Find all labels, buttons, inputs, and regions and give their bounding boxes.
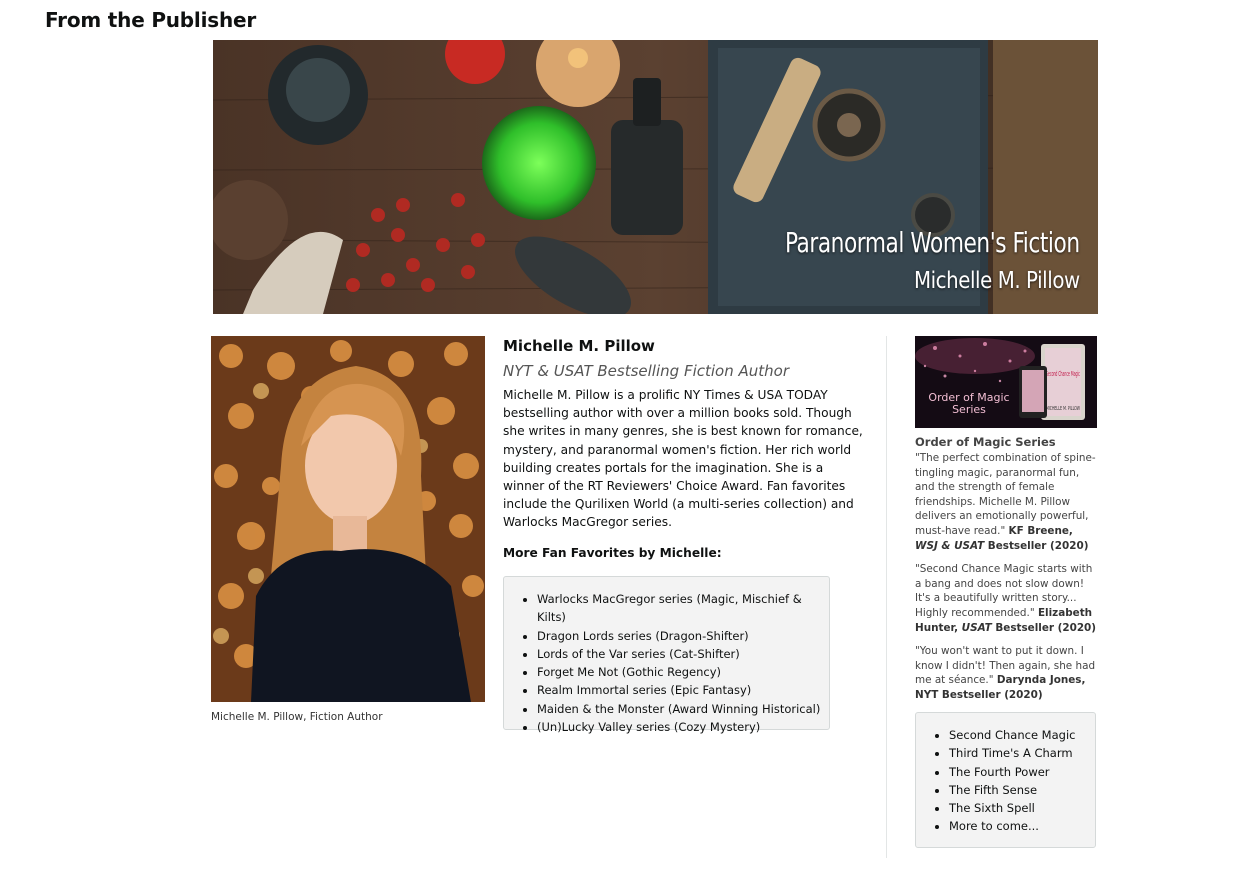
review-quote: "Second Chance Magic starts with a bang …	[915, 563, 1097, 634]
photo-caption: Michelle M. Pillow, Fiction Author	[211, 711, 383, 723]
author-photo	[211, 336, 485, 702]
list-item: Dragon Lords series (Dragon-Shifter)	[537, 627, 829, 645]
series-books-list: Second Chance Magic Third Time's A Charm…	[916, 726, 1095, 836]
list-item: More to come...	[949, 817, 1095, 835]
list-item: The Fourth Power	[949, 763, 1095, 781]
review-quote: "The perfect combination of spine-tingli…	[915, 452, 1096, 552]
banner-author: Michelle M. Pillow	[914, 268, 1080, 294]
cover-author: MICHELLE M. PILLOW	[1046, 406, 1080, 412]
review-quotes: "The perfect combination of spine-tingli…	[915, 451, 1097, 712]
favorites-box: Warlocks MacGregor series (Magic, Mischi…	[503, 576, 830, 734]
column-divider	[886, 336, 887, 858]
banner-title: Paranormal Women's Fiction	[785, 226, 1080, 259]
review-quote: "You won't want to put it down. I know I…	[915, 645, 1096, 701]
author-tagline: NYT & USAT Bestselling Fiction Author	[503, 362, 789, 380]
series-title: Order of Magic Series	[915, 435, 1056, 449]
cover-title: Second Chance Magic	[1046, 370, 1080, 378]
list-item: (Un)Lucky Valley series (Cozy Mystery)	[537, 718, 829, 736]
list-item: Third Time's A Charm	[949, 744, 1095, 762]
banner-image: Paranormal Women's Fiction Michelle M. P…	[213, 40, 1098, 314]
list-item: Forget Me Not (Gothic Regency)	[537, 663, 829, 681]
list-item: The Fifth Sense	[949, 781, 1095, 799]
list-item: Maiden & the Monster (Award Winning Hist…	[537, 700, 829, 718]
author-bio: Michelle M. Pillow is a prolific NY Time…	[503, 388, 863, 530]
series-books-box: Second Chance Magic Third Time's A Charm…	[915, 712, 1096, 848]
list-item: Warlocks MacGregor series (Magic, Mischi…	[537, 590, 829, 627]
list-item: Lords of the Var series (Cat-Shifter)	[537, 645, 829, 663]
list-item: Realm Immortal series (Epic Fantasy)	[537, 681, 829, 699]
list-item: Second Chance Magic	[949, 726, 1095, 744]
favorites-list: Warlocks MacGregor series (Magic, Mischi…	[504, 590, 829, 736]
list-item: The Sixth Spell	[949, 799, 1095, 817]
author-name: Michelle M. Pillow	[503, 337, 655, 355]
section-heading: From the Publisher	[45, 8, 257, 32]
series-image: Second Chance Magic MICHELLE M. PILLOW O…	[915, 336, 1097, 428]
favorites-heading: More Fan Favorites by Michelle:	[503, 546, 722, 560]
